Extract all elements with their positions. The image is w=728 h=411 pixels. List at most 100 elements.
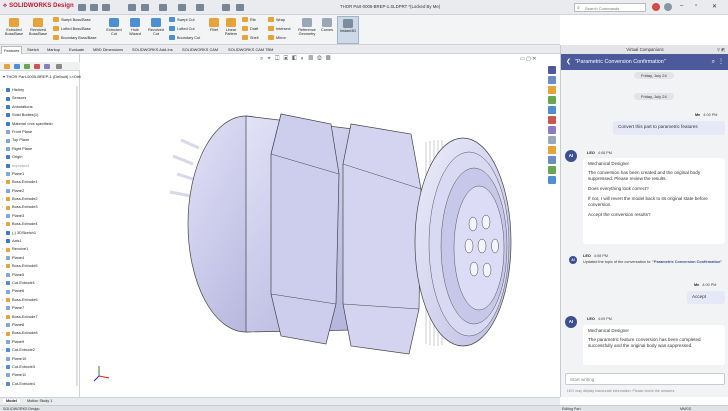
- tree-item[interactable]: › Revolve1: [0, 245, 80, 253]
- lofted-cut-button[interactable]: Lofted Cut: [169, 26, 195, 31]
- tree-item[interactable]: › Boss-Extrude5: [0, 262, 80, 270]
- solidworks-logo[interactable]: ⟡ SOLIDWORKS Design: [3, 3, 74, 10]
- search-commands-input[interactable]: ⌕ Search Commands: [574, 3, 646, 12]
- tree-item[interactable]: › Boss-Extrude7: [0, 313, 80, 321]
- tree-item[interactable]: Plane10: [0, 355, 80, 363]
- wrap-button[interactable]: Wrap: [268, 17, 285, 22]
- lofted-boss-button[interactable]: Lofted Boss/Base: [53, 26, 91, 31]
- connector-part-model[interactable]: [81, 54, 546, 397]
- expand-arrow-icon[interactable]: ›: [2, 195, 3, 203]
- tree-item[interactable]: Plane3: [0, 212, 80, 220]
- configuration-manager-icon[interactable]: [24, 64, 30, 69]
- tree-item[interactable]: › Boss-Extrude6: [0, 296, 80, 304]
- tree-item[interactable]: › Boss-Extrude3: [0, 203, 80, 211]
- save-icon[interactable]: [141, 4, 149, 11]
- shell-button[interactable]: Shell: [242, 35, 258, 40]
- tree-item[interactable]: › Cut-Extrude4: [0, 380, 80, 388]
- tree-item[interactable]: › Boss-Extrude1: [0, 178, 80, 186]
- status-units[interactable]: MMGS: [680, 407, 691, 411]
- boundary-boss-button[interactable]: Boundary Boss/Base: [53, 35, 96, 40]
- dimxpert-icon[interactable]: [34, 64, 40, 69]
- undo-icon[interactable]: [159, 4, 167, 11]
- tab-mbd-dimensions[interactable]: MBD Dimensions: [91, 47, 125, 52]
- tree-item[interactable]: › Boss-Extrude2: [0, 195, 80, 203]
- tree-item[interactable]: › Cut-Extrude1: [0, 279, 80, 287]
- revolved-cut-button[interactable]: Revolved Cut: [146, 18, 166, 36]
- instant3d-button[interactable]: Instant3D: [337, 16, 359, 44]
- expand-arrow-icon[interactable]: ›: [2, 86, 3, 94]
- open-icon[interactable]: [102, 4, 110, 11]
- new-document-icon[interactable]: [90, 4, 98, 11]
- appearances-icon[interactable]: [548, 116, 556, 124]
- tab-markup[interactable]: Markup: [45, 47, 62, 52]
- expand-arrow-icon[interactable]: ›: [2, 346, 3, 354]
- restore-icon[interactable]: ▫: [695, 3, 697, 9]
- tree-item[interactable]: (-) 3DSketch1: [0, 229, 80, 237]
- swept-boss-button[interactable]: Swept Boss/Base: [53, 17, 91, 22]
- tree-item[interactable]: Plane2: [0, 187, 80, 195]
- boundary-cut-button[interactable]: Boundary Cut: [169, 35, 200, 40]
- message-list[interactable]: Friday, July 24 Friday, July 24 Me 4:03 P…: [561, 70, 728, 365]
- options-icon[interactable]: [222, 4, 230, 11]
- tree-item[interactable]: Plane5: [0, 271, 80, 279]
- toolbox-icon[interactable]: [548, 146, 556, 154]
- tree-item[interactable]: Plane6: [0, 287, 80, 295]
- learning-icon[interactable]: [548, 176, 556, 184]
- hole-wizard-button[interactable]: Hole Wizard: [125, 18, 145, 36]
- solidworks-resources-icon[interactable]: [548, 76, 556, 84]
- expand-arrow-icon[interactable]: ›: [2, 178, 3, 186]
- virtual-companions-icon[interactable]: [548, 66, 556, 74]
- viewport-window-controls[interactable]: ▭ ▢ ✕: [520, 56, 536, 62]
- expand-arrow-icon[interactable]: ›: [2, 220, 3, 228]
- heads-up-view-toolbar[interactable]: ⌕ ⌖ ◫ ▣ ◧ ◐ ▤ ◍ ▦: [260, 56, 332, 63]
- 3dexperience-icon[interactable]: [548, 156, 556, 164]
- view-palette-icon[interactable]: [548, 106, 556, 114]
- rib-button[interactable]: Rib: [242, 17, 256, 22]
- display-manager-icon[interactable]: [44, 64, 50, 69]
- extruded-cut-button[interactable]: Extruded Cut: [104, 18, 124, 36]
- tree-item[interactable]: Material <not specified>: [0, 120, 80, 128]
- tree-item[interactable]: Right Plane: [0, 145, 80, 153]
- tab-features[interactable]: Features: [1, 45, 23, 54]
- more-tabs-icon[interactable]: [56, 64, 62, 69]
- swept-cut-button[interactable]: Swept Cut: [169, 17, 195, 22]
- tree-item[interactable]: Plane4: [0, 254, 80, 262]
- tab-solidworks-add-ins[interactable]: SOLIDWORKS Add-Ins: [130, 47, 175, 52]
- search-icon[interactable]: ⌕: [712, 54, 715, 70]
- mirror-button[interactable]: Mirror: [268, 35, 286, 40]
- tree-item[interactable]: Plane7: [0, 304, 80, 312]
- custom-properties-icon[interactable]: [548, 126, 556, 134]
- solidworks-forum-icon[interactable]: [548, 136, 556, 144]
- expand-arrow-icon[interactable]: ›: [2, 103, 3, 111]
- file-properties-icon[interactable]: [236, 4, 244, 11]
- expand-arrow-icon[interactable]: ›: [2, 363, 3, 371]
- tree-item[interactable]: Plane11: [0, 371, 80, 379]
- linear-pattern-button[interactable]: Linear Pattern: [222, 18, 240, 36]
- print-icon[interactable]: [128, 4, 136, 11]
- expand-arrow-icon[interactable]: ›: [2, 296, 3, 304]
- tree-item[interactable]: › History: [0, 86, 80, 94]
- tree-item[interactable]: Front Plane: [0, 128, 80, 136]
- revolved-boss-button[interactable]: Revolved Boss/Base: [27, 18, 49, 36]
- tree-item[interactable]: Origin: [0, 153, 80, 161]
- pin-icon[interactable]: ⚲ ◩: [717, 45, 725, 54]
- design-library-icon[interactable]: [548, 86, 556, 94]
- tree-item[interactable]: Plane8: [0, 321, 80, 329]
- feature-tree-scrollbar[interactable]: [76, 86, 78, 386]
- tree-item[interactable]: Axis1: [0, 237, 80, 245]
- feature-tree-icon[interactable]: [4, 64, 10, 69]
- reference-geometry-button[interactable]: Reference Geometry: [296, 18, 318, 36]
- expand-arrow-icon[interactable]: ›: [2, 245, 3, 253]
- tree-item[interactable]: Plane1: [0, 170, 80, 178]
- help-icon[interactable]: [652, 3, 660, 11]
- tree-item[interactable]: › Cut-Extrude2: [0, 346, 80, 354]
- tree-item[interactable]: Top Plane: [0, 136, 80, 144]
- expand-arrow-icon[interactable]: ›: [2, 380, 3, 388]
- tab-solidworks-cam[interactable]: SOLIDWORKS CAM: [180, 47, 220, 52]
- tree-item[interactable]: › Solid Bodies(1): [0, 111, 80, 119]
- expand-arrow-icon[interactable]: ›: [2, 111, 3, 119]
- more-options-icon[interactable]: ⋮: [718, 54, 724, 70]
- draft-button[interactable]: Draft: [242, 26, 258, 31]
- tab-sketch[interactable]: Sketch: [25, 47, 41, 52]
- fillet-button[interactable]: Fillet: [206, 18, 222, 32]
